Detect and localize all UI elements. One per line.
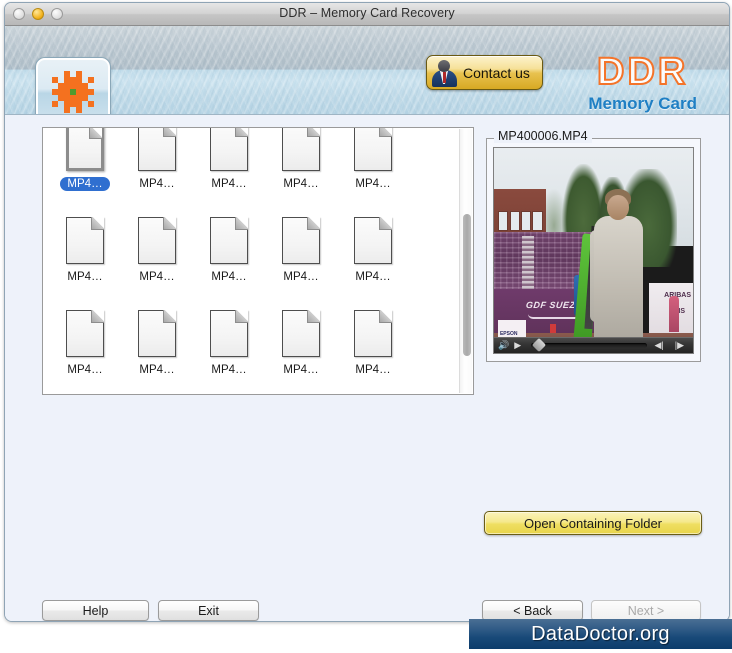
file-item-label: MP4…	[211, 364, 247, 376]
file-item-label: MP4…	[67, 271, 103, 283]
file-item-label: MP4…	[355, 271, 391, 283]
help-button[interactable]: Help	[42, 600, 149, 621]
window-body: MP4… MP4… MP4… MP4… MP4… MP4… MP4… MP4… MP4… MP4……	[5, 115, 729, 621]
file-item-label: MP4…	[139, 178, 175, 190]
brand-subtitle: Memory Card	[588, 94, 697, 113]
file-item[interactable]: MP4…	[268, 128, 334, 210]
next-button: Next >	[591, 600, 701, 621]
file-document-icon	[354, 217, 392, 264]
video-frame-image: GDF SUEZ ARIBAS TIS EPSON	[494, 148, 693, 353]
file-document-icon	[282, 310, 320, 357]
step-back-icon[interactable]: ◀|	[654, 341, 663, 350]
exit-button[interactable]: Exit	[158, 600, 259, 621]
file-item[interactable]: MP4…	[124, 128, 190, 210]
file-item-label: MP4…	[355, 364, 391, 376]
file-document-icon	[66, 217, 104, 264]
file-document-icon	[138, 217, 176, 264]
file-item-label: MP4…	[283, 271, 319, 283]
volume-icon[interactable]: 🔊	[498, 341, 509, 350]
datadoctor-badge: DataDoctor.org	[469, 619, 732, 649]
file-item[interactable]: MP4…	[268, 213, 334, 303]
file-item[interactable]: MP4…	[268, 306, 334, 394]
seek-track[interactable]	[531, 337, 648, 353]
application-window: DDR – Memory Card Recovery Contact us DD…	[4, 2, 730, 622]
file-document-icon	[210, 217, 248, 264]
preview-filename: MP400006.MP4	[494, 129, 592, 143]
file-item-label: MP4…	[355, 178, 391, 190]
file-document-icon	[66, 310, 104, 357]
file-item[interactable]: MP4…	[52, 128, 118, 210]
file-item-label: MP4…	[139, 271, 175, 283]
video-sponsor-text: EPSON	[499, 330, 518, 337]
video-banner-text: GDF SUEZ	[525, 299, 576, 310]
file-item[interactable]: MP4…	[196, 306, 262, 394]
title-bar: DDR – Memory Card Recovery	[5, 3, 729, 26]
file-document-icon	[66, 128, 104, 171]
contact-us-button[interactable]: Contact us	[426, 55, 543, 90]
file-item-label: MP4…	[60, 177, 110, 191]
file-document-icon	[210, 310, 248, 357]
memory-card-flower-icon	[36, 58, 110, 114]
file-item[interactable]: MP4…	[124, 213, 190, 303]
file-item[interactable]: MP4…	[52, 213, 118, 303]
file-grid: MP4… MP4… MP4… MP4… MP4… MP4… MP4… MP4… MP4… MP4……	[43, 128, 457, 394]
preview-group: MP400006.MP4 GDF SUEZ ARIBAS TIS EPSON 🔊…	[486, 129, 701, 362]
app-root: DDR – Memory Card Recovery Contact us DD…	[0, 0, 732, 653]
brand-logo: DDR Memory Card	[588, 51, 697, 114]
header-banner: Contact us DDR Memory Card	[5, 26, 729, 115]
scrubber-knob[interactable]	[532, 337, 547, 353]
file-document-icon	[282, 217, 320, 264]
back-button[interactable]: < Back	[482, 600, 583, 621]
play-icon[interactable]: ▶	[514, 341, 521, 350]
file-item[interactable]: MP4…	[340, 213, 406, 303]
file-list-panel: MP4… MP4… MP4… MP4… MP4… MP4… MP4… MP4… MP4… MP4……	[42, 127, 474, 395]
file-item-label: MP4…	[283, 364, 319, 376]
file-item-label: MP4…	[283, 178, 319, 190]
file-document-icon	[138, 128, 176, 171]
file-item-label: MP4…	[67, 364, 103, 376]
file-item[interactable]: MP4…	[196, 213, 262, 303]
file-document-icon	[138, 310, 176, 357]
file-list-scrollbar[interactable]	[459, 129, 472, 393]
open-containing-folder-button[interactable]: Open Containing Folder	[484, 511, 702, 535]
step-forward-icon[interactable]: |▶	[675, 341, 684, 350]
file-item[interactable]: MP4…	[340, 128, 406, 210]
user-avatar-icon	[431, 58, 458, 87]
file-item[interactable]: MP4…	[52, 306, 118, 394]
file-item-label: MP4…	[139, 364, 175, 376]
preview-frame: GDF SUEZ ARIBAS TIS EPSON 🔊 ▶ ◀| |▶	[486, 138, 701, 362]
file-item[interactable]: MP4…	[196, 128, 262, 210]
file-document-icon	[354, 128, 392, 171]
scrollbar-thumb[interactable]	[463, 214, 471, 356]
file-item[interactable]: MP4…	[124, 306, 190, 394]
file-item-label: MP4…	[211, 178, 247, 190]
window-title: DDR – Memory Card Recovery	[279, 6, 455, 20]
flower-pattern	[52, 71, 94, 113]
file-document-icon	[354, 310, 392, 357]
video-preview[interactable]: GDF SUEZ ARIBAS TIS EPSON 🔊 ▶ ◀| |▶	[493, 147, 694, 354]
datadoctor-label: DataDoctor.org	[531, 622, 670, 645]
file-document-icon	[282, 128, 320, 171]
brand-name: DDR	[596, 51, 689, 93]
media-control-bar: 🔊 ▶ ◀| |▶	[494, 337, 693, 353]
file-item[interactable]: MP4…	[340, 306, 406, 394]
contact-us-label: Contact us	[463, 64, 530, 81]
file-document-icon	[210, 128, 248, 171]
file-item-label: MP4…	[211, 271, 247, 283]
